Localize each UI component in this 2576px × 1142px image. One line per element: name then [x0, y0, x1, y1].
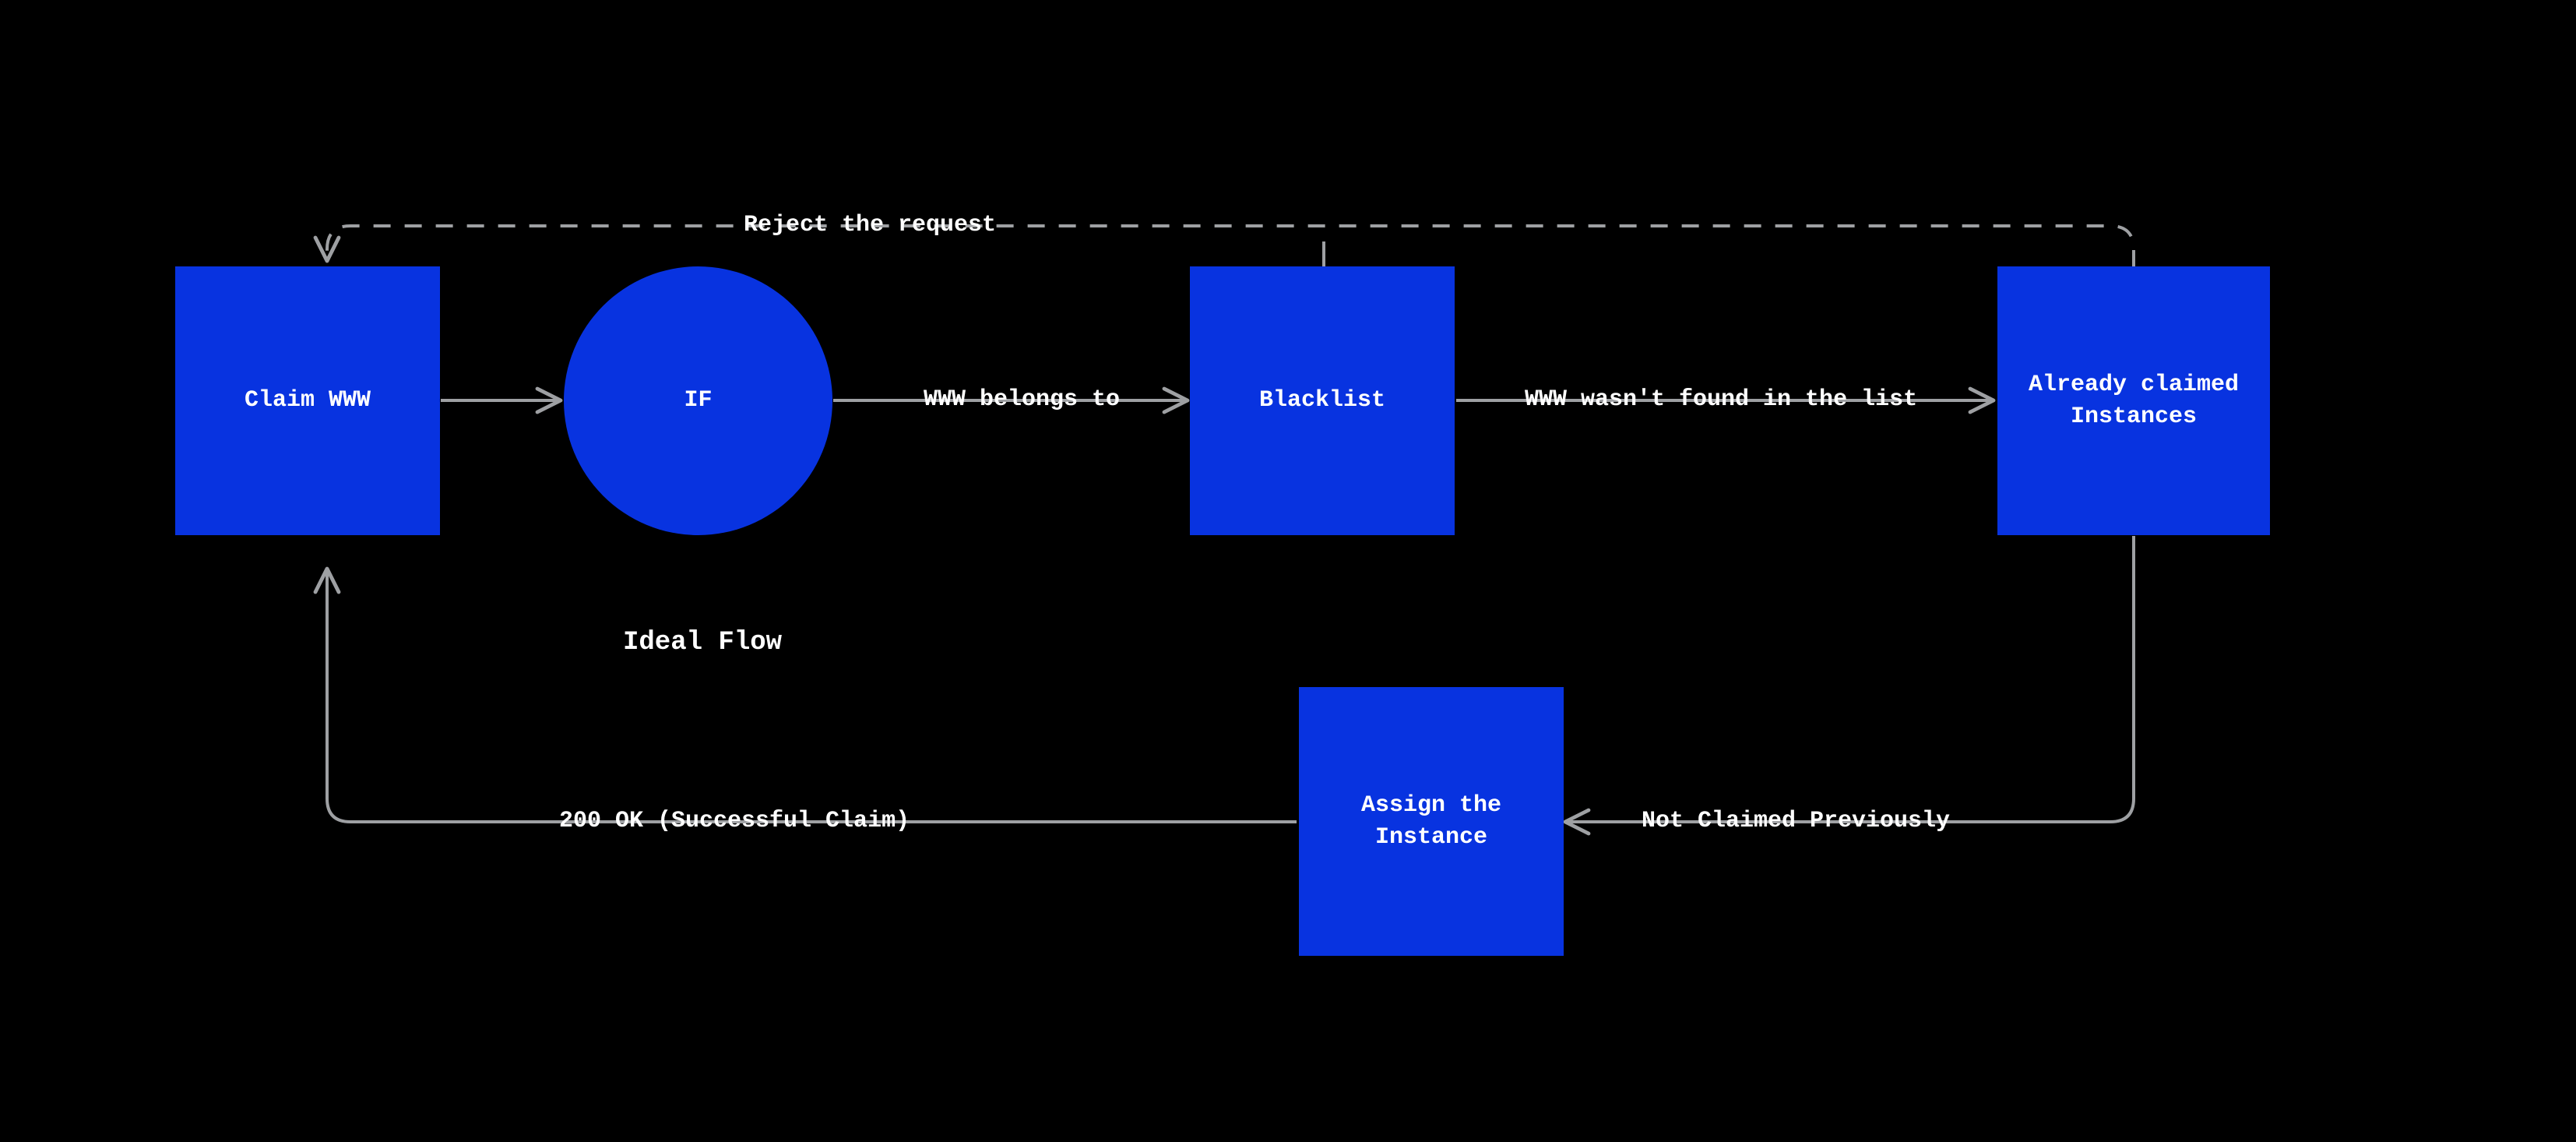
diagram-title: Ideal Flow — [623, 628, 782, 657]
edge-label-belongs: WWW belongs to — [924, 386, 1120, 413]
node-label: Already claimed Instances — [2029, 369, 2239, 432]
edge-label-reject: Reject the request — [744, 212, 996, 238]
node-label: IF — [684, 385, 712, 417]
node-label: Blacklist — [1259, 385, 1385, 417]
edges-layer — [0, 0, 2576, 1142]
node-label: Assign the Instance — [1361, 790, 1501, 853]
node-if: IF — [564, 266, 832, 535]
node-claim-www: Claim WWW — [175, 266, 440, 535]
edge-assign-to-claim — [327, 569, 1297, 822]
edge-already-to-assign — [1565, 536, 2134, 822]
node-label: Claim WWW — [245, 385, 371, 417]
edge-label-notfound: WWW wasn't found in the list — [1525, 386, 1917, 413]
edge-label-ok: 200 OK (Successful Claim) — [559, 808, 910, 834]
diagram-stage: Claim WWW IF Blacklist Already claimed I… — [0, 0, 2576, 1142]
edge-reject-dashed — [327, 226, 2134, 267]
node-assign-instance: Assign the Instance — [1299, 687, 1564, 956]
edge-label-notclaimed: Not Claimed Previously — [1642, 808, 1950, 834]
node-already-claimed: Already claimed Instances — [1997, 266, 2270, 535]
node-blacklist: Blacklist — [1190, 266, 1455, 535]
